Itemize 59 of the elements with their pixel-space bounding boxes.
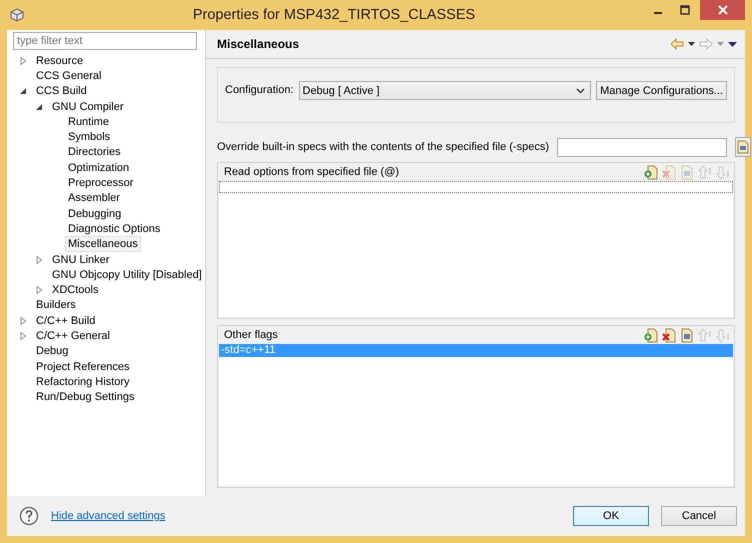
cancel-button[interactable]: Cancel [661,506,737,526]
tree-item[interactable]: C/C++ General [33,328,113,344]
delete-file-icon[interactable] [662,328,676,342]
tree-item[interactable]: Directories [65,144,124,160]
tree-item[interactable]: Runtime [65,114,112,130]
view-menu-icon[interactable] [728,42,737,46]
tree-item[interactable]: Optimization [65,160,132,176]
expand-icon[interactable] [35,256,43,264]
tree-item[interactable]: Builders [33,297,79,314]
list-title: Read options from specified file (@) [224,166,400,178]
edit-file-icon[interactable] [680,328,694,342]
close-button[interactable] [700,0,745,20]
tree-item[interactable]: GNU Compiler [49,98,127,115]
expand-icon[interactable] [19,56,27,65]
chevron-down-icon [576,88,586,94]
window-title: Properties for MSP432_TIRTOS_CLASSES [192,7,476,23]
maximize-icon [680,5,690,15]
tree-item[interactable]: Miscellaneous [65,236,141,252]
specs-label: Override built-in specs with the contents of the specified file (-specs) [217,141,549,153]
tree-item[interactable]: XDCtools [49,282,102,298]
ok-button[interactable]: OK [573,506,649,526]
tree-item[interactable]: C/C++ Build [33,312,98,329]
collapse-icon[interactable] [35,102,43,111]
tree-item[interactable]: Resource [33,52,86,69]
tree-item[interactable]: Assembler [65,190,123,206]
filter-field[interactable]: type filter text [13,32,197,50]
tree-item[interactable]: Symbols [65,129,114,146]
specs-field[interactable] [556,138,727,156]
tree-item[interactable]: Run/Debug Settings [33,389,138,406]
browse-button[interactable] [734,137,751,157]
dropdown-icon[interactable] [688,42,695,46]
help-icon[interactable] [19,506,39,526]
page-title: Miscellaneous [217,37,300,51]
tree-item[interactable]: Diagnostic Options [65,220,164,237]
collapse-icon[interactable] [19,87,27,96]
tree-item[interactable]: Debug [33,343,72,360]
tree-item[interactable]: GNU Objcopy Utility [Disabled] [49,266,205,283]
tree-item[interactable]: CCS General [33,68,104,84]
hide-advanced-settings-link[interactable]: Hide advanced settings [51,510,166,522]
list-edit-field[interactable] [219,181,733,193]
manage-configurations-button[interactable]: Manage Configurations... [596,81,727,100]
expand-icon[interactable] [35,286,43,294]
tree-item[interactable]: Preprocessor [65,175,136,192]
configuration-dropdown[interactable]: Debug [ Active ] [298,81,592,100]
tree-item[interactable]: Project References [33,358,133,375]
tree-item[interactable]: Refactoring History [33,374,133,390]
expand-icon[interactable] [19,316,27,325]
close-icon [718,5,728,15]
add-file-icon[interactable] [644,328,658,342]
tree-item[interactable]: Debugging [65,206,124,222]
document-icon [736,140,750,154]
expand-icon[interactable] [19,332,27,340]
configuration-label: Configuration: [225,83,294,98]
cube-icon [10,8,24,22]
add-file-icon[interactable] [644,164,658,180]
minimize-icon [654,12,662,14]
tree-item[interactable]: CCS Build [33,83,90,100]
tree-item[interactable]: GNU Linker [49,252,112,268]
list-title: Other flags [224,329,279,341]
